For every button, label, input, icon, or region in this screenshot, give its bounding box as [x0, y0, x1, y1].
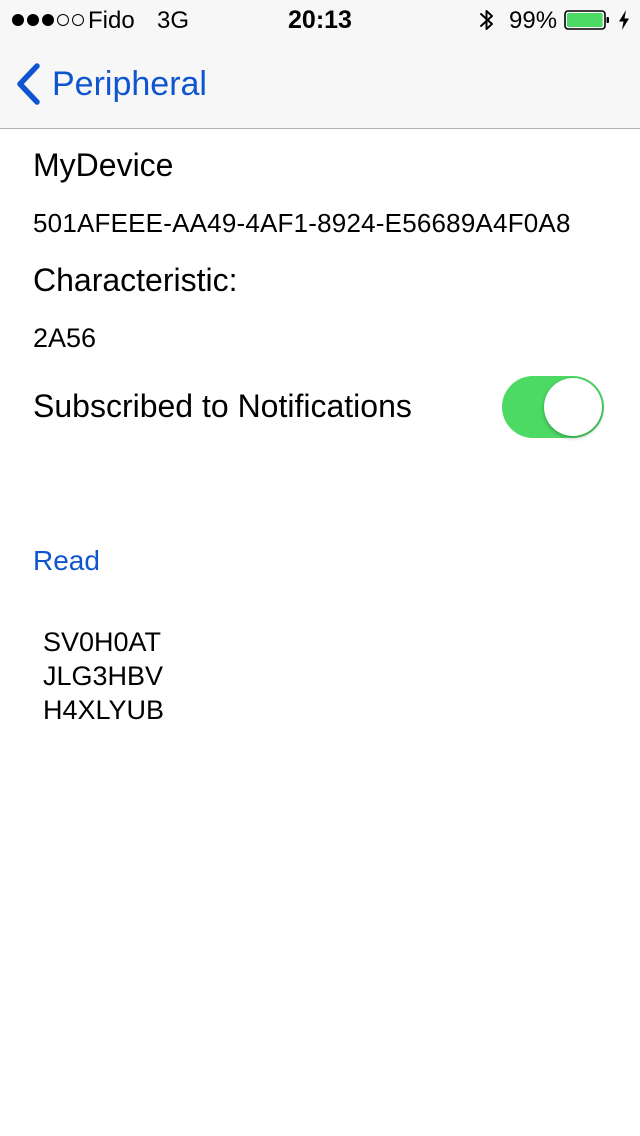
value-line: SV0H0AT	[43, 627, 162, 657]
device-name: MyDevice	[33, 147, 174, 183]
read-button[interactable]: Read	[33, 545, 100, 577]
top-bar: Fido 3G 20:13 99% Peripheral	[0, 0, 640, 129]
navigation-bar: Peripheral	[0, 40, 640, 128]
bolt-icon	[619, 10, 629, 30]
notifications-label: Subscribed to Notifications	[33, 388, 412, 424]
device-uuid: 501AFEEE-AA49-4AF1-8924-E56689A4F0A8	[33, 208, 571, 238]
value-line: H4XLYUB	[43, 695, 165, 725]
toggle-knob	[544, 378, 602, 436]
characteristic-uuid: 2A56	[33, 323, 97, 353]
chevron-left-icon	[17, 63, 40, 105]
characteristic-heading: Characteristic:	[33, 262, 238, 298]
notifications-toggle[interactable]	[502, 376, 604, 438]
battery-percentage: 99%	[509, 7, 558, 34]
back-button-label: Peripheral	[52, 64, 207, 103]
value-line: JLG3HBV	[43, 661, 164, 691]
bluetooth-icon	[480, 10, 493, 30]
values-list: SV0H0AT JLG3HBV H4XLYUB	[43, 625, 164, 727]
back-button[interactable]: Peripheral	[14, 60, 207, 108]
battery-icon	[564, 10, 609, 30]
status-bar: Fido 3G 20:13 99%	[0, 0, 640, 40]
